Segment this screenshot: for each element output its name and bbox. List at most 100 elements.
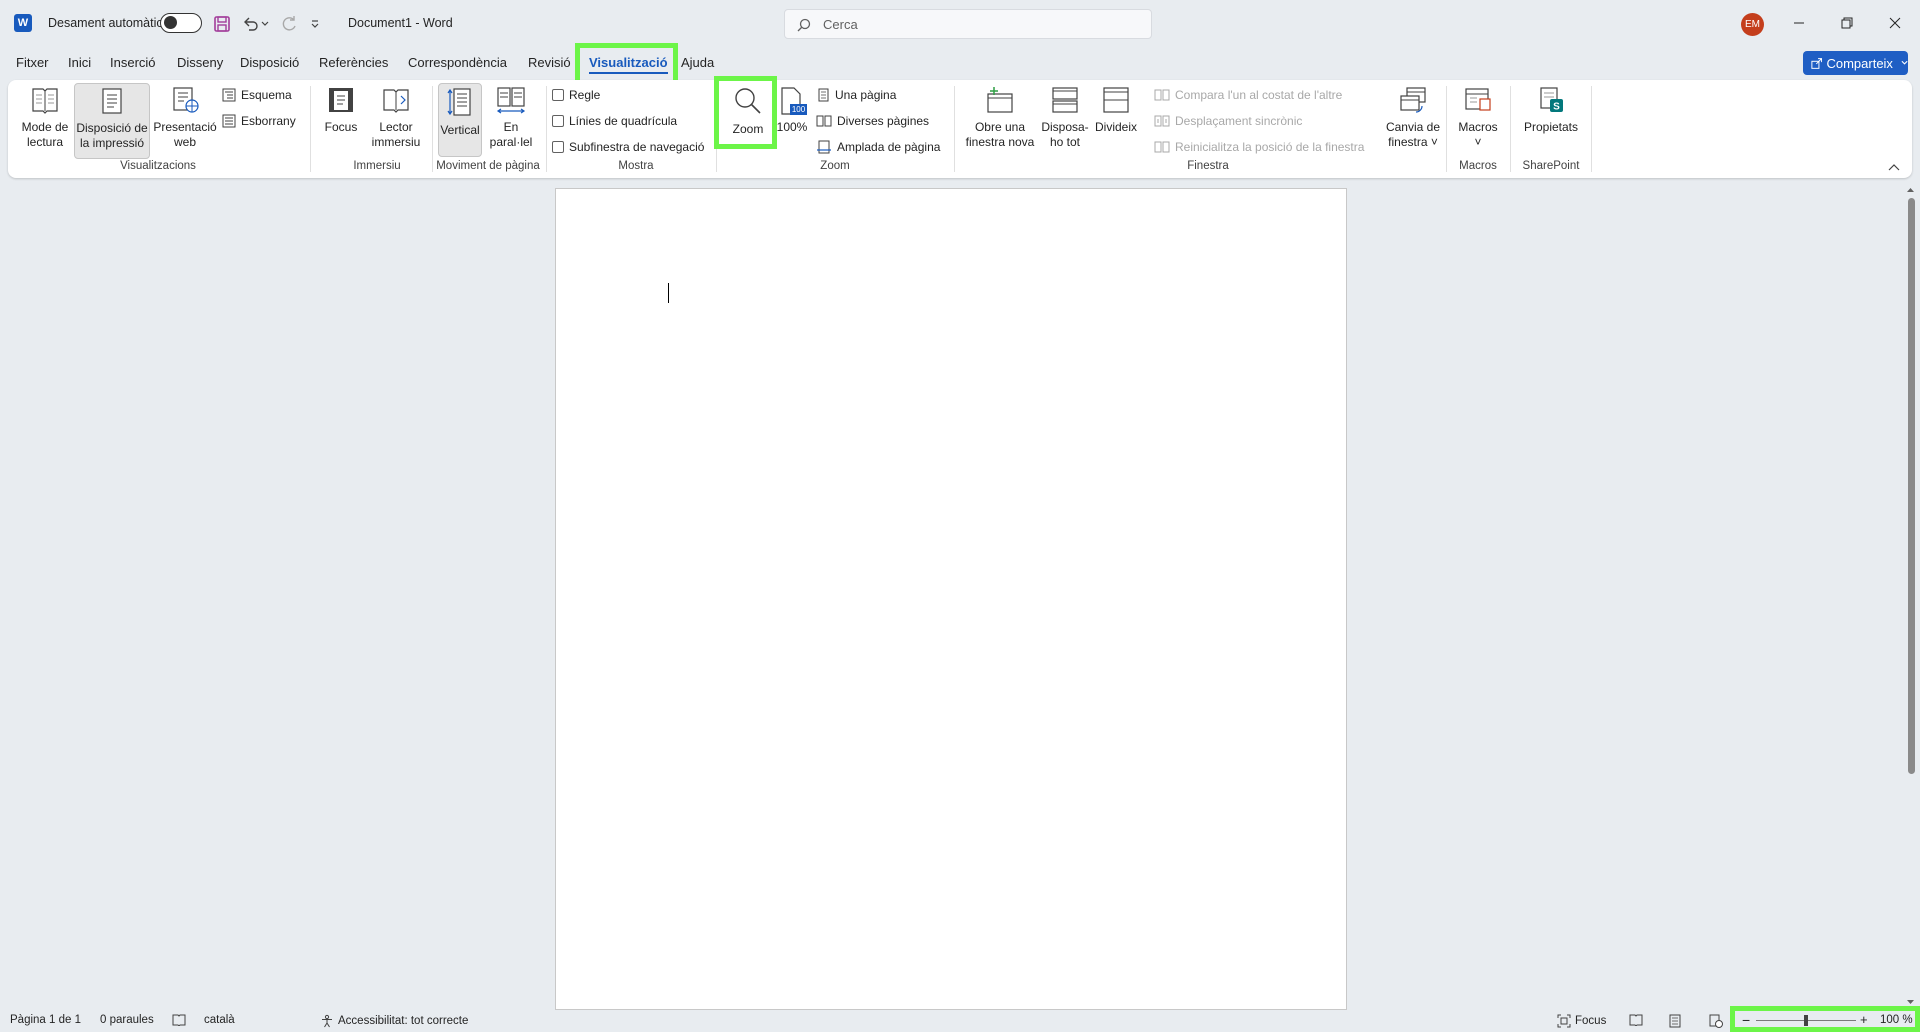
side-by-side-label: Compara l'un al costat de l'altre [1175,88,1343,102]
side-to-side-button[interactable]: En paral·lel [484,86,538,154]
customize-quick-access-icon[interactable] [308,13,322,35]
search-box[interactable] [784,9,1152,39]
scrollbar-thumb[interactable] [1908,198,1915,774]
outline-button[interactable]: Esquema [222,88,292,102]
tab-disseny[interactable]: Disseny [177,55,223,70]
one-page-icon [818,88,829,102]
tab-disposicio[interactable]: Disposició [240,55,299,70]
tab-inici[interactable]: Inici [68,55,91,70]
switch-windows-label: Canvia de finestra ˅ [1385,120,1441,149]
macros-icon [1465,88,1491,111]
share-button[interactable]: Comparteix [1803,51,1908,75]
focus-icon [329,88,353,112]
zoom-100-label: 100% [776,120,808,134]
properties-button[interactable]: S Propietats [1516,86,1586,154]
text-cursor [668,283,669,303]
tab-correspondencia[interactable]: Correspondència [408,55,507,70]
new-window-label: Obre una finestra nova [965,120,1035,149]
split-button[interactable]: Divideix [1092,86,1140,154]
restore-icon[interactable] [1824,0,1870,46]
side-to-side-icon [496,87,526,114]
page-width-button[interactable]: Amplada de pàgina [816,140,940,154]
navigation-pane-checkbox-box[interactable] [552,141,564,153]
redo-icon[interactable] [278,13,300,35]
document-title: Document1 - Word [348,16,453,30]
read-mode-icon[interactable] [1629,1014,1643,1026]
macros-label: Macros ˅ [1458,120,1498,149]
avatar[interactable]: EM [1741,13,1764,36]
focus-button[interactable]: Focus [318,86,364,154]
macros-button[interactable]: Macros ˅ [1454,86,1502,154]
focus-mode-button[interactable]: Focus [1557,1014,1606,1028]
draft-button[interactable]: Esborrany [222,114,296,128]
navigation-pane-checkbox[interactable]: Subfinestra de navegació [552,140,704,154]
zoom-100-button[interactable]: 100 100% [774,86,810,154]
tab-referencies[interactable]: Referències [319,55,388,70]
ruler-label: Regle [569,88,601,102]
tab-revisio[interactable]: Revisió [528,55,571,70]
group-separator [1591,86,1592,172]
ruler-checkbox[interactable]: Regle [552,88,600,102]
one-page-button[interactable]: Una pàgina [816,88,896,102]
vertical-scroll-icon [447,88,471,116]
reading-mode-label: Mode de lectura [21,120,69,149]
immersive-reader-icon [383,89,409,113]
collapse-ribbon-icon[interactable] [1888,160,1902,172]
scroll-down-icon[interactable] [1906,998,1915,1006]
undo-dropdown-icon[interactable] [260,13,270,35]
draft-label: Esborrany [241,114,296,128]
focus-mode-label: Focus [1575,1015,1607,1027]
ruler-checkbox-box[interactable] [552,89,564,101]
new-window-icon [987,87,1013,113]
document-page[interactable] [555,188,1347,1010]
save-icon[interactable] [211,13,233,35]
sync-scroll-label: Desplaçament sincrònic [1175,114,1303,128]
side-by-side-button[interactable]: Compara l'un al costat de l'altre [1154,88,1342,102]
switch-windows-button[interactable]: Canvia de finestra ˅ [1382,86,1444,154]
sync-scroll-button[interactable]: Desplaçament sincrònic [1154,114,1302,128]
language-indicator[interactable]: català [204,1014,235,1026]
zoom-100-icon-text: 100 [790,104,807,115]
close-icon[interactable] [1872,0,1918,46]
arrange-all-label: Disposa- ho tot [1041,120,1089,149]
group-label-immersive: Immersiu [353,160,401,172]
search-icon [797,18,811,32]
proofing-icon[interactable] [172,1014,186,1026]
print-layout-button[interactable]: Disposició de la impressió [74,83,150,159]
tab-insercio[interactable]: Inserció [110,55,156,70]
autosave-toggle[interactable] [160,13,202,33]
sync-scroll-icon [1154,115,1170,127]
word-count[interactable]: 0 paraules [100,1014,154,1026]
arrange-all-button[interactable]: Disposa- ho tot [1040,86,1090,154]
minimize-icon[interactable] [1776,0,1822,46]
reading-mode-button[interactable]: Mode de lectura [18,86,72,154]
immersive-reader-button[interactable]: Lector immersiu [366,86,426,154]
web-layout-icon[interactable] [1709,1014,1723,1028]
accessibility-label: Accessibilitat: tot correcte [338,1015,469,1027]
page-count[interactable]: Pàgina 1 de 1 [10,1014,81,1026]
focus-label: Focus [324,120,358,134]
reset-window-label: Reinicialitza la posició de la finestra [1175,140,1365,154]
scroll-up-icon[interactable] [1906,186,1915,194]
gridlines-checkbox-box[interactable] [552,115,564,127]
outline-label: Esquema [241,88,292,102]
tab-ajuda[interactable]: Ajuda [681,55,714,70]
arrange-all-icon [1052,87,1078,113]
gridlines-label: Línies de quadrícula [569,114,678,128]
zoom-100-icon: 100 [778,86,807,116]
vertical-button[interactable]: Vertical [438,83,482,157]
share-icon [1811,57,1823,69]
reset-window-button[interactable]: Reinicialitza la posició de la finestra [1154,140,1364,154]
tab-fitxer[interactable]: Fitxer [16,55,49,70]
accessibility-status[interactable]: Accessibilitat: tot correcte [320,1014,468,1028]
print-layout-icon[interactable] [1669,1014,1681,1028]
undo-icon[interactable] [240,13,262,35]
multiple-pages-button[interactable]: Diverses pàgines [816,114,929,128]
gridlines-checkbox[interactable]: Línies de quadrícula [552,114,677,128]
group-label-sharepoint: SharePoint [1522,160,1580,172]
title-bar: W Desament automàtic Document1 - Word EM [0,0,1920,48]
search-input[interactable] [823,15,1123,33]
new-window-button[interactable]: Obre una finestra nova [962,86,1038,154]
svg-text:S: S [1553,102,1560,113]
web-layout-button[interactable]: Presentació web [152,86,218,154]
